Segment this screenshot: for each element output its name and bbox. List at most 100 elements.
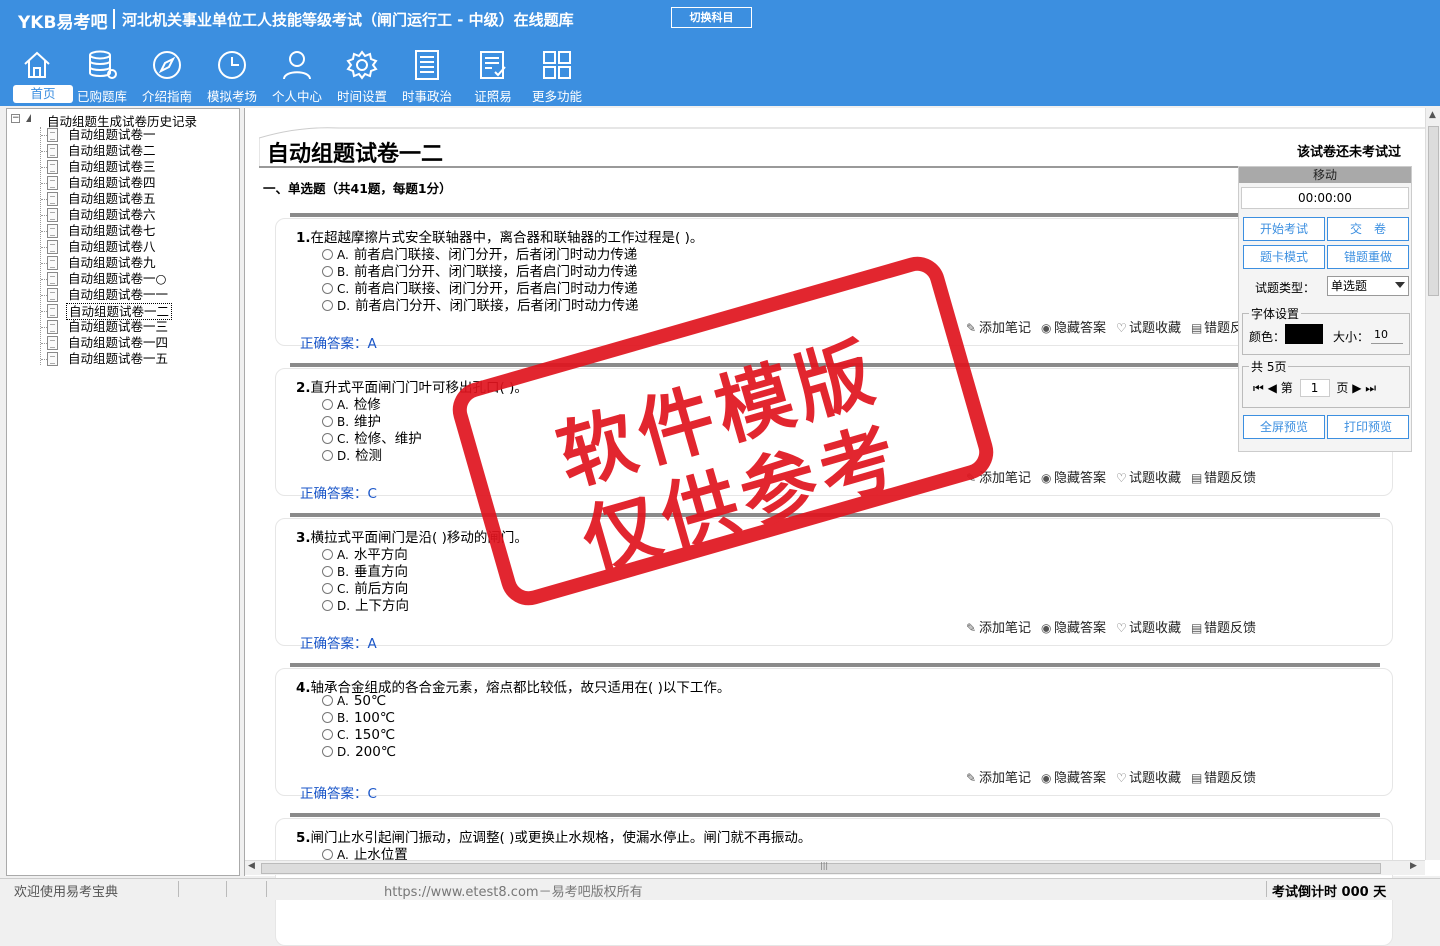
collapse-icon[interactable]: − (11, 114, 20, 123)
answer-option[interactable]: D. 前者启门分开、闭门联接，后者闭门时动力传递 (322, 294, 639, 314)
nav-time-settings[interactable]: 时间设置 (331, 48, 393, 106)
nav-guide[interactable]: 介绍指南 (136, 48, 198, 106)
favorite-button[interactable]: ♡ 试题收藏 (1116, 771, 1181, 786)
favorite-button[interactable]: ♡ 试题收藏 (1116, 471, 1181, 486)
option-radio[interactable] (322, 266, 333, 277)
add-note-button[interactable]: ✎ 添加笔记 (966, 771, 1031, 786)
question-number: 2. (296, 380, 311, 396)
nav-label: 个人中心 (271, 89, 322, 104)
nav-purchased[interactable]: 已购题库 (71, 48, 133, 106)
favorite-button[interactable]: ♡ 试题收藏 (1116, 321, 1181, 336)
scroll-left-icon[interactable]: ◀ (248, 861, 255, 871)
option-radio[interactable] (322, 433, 333, 444)
question-type-label: 试题类型： (1255, 281, 1316, 295)
card-mode-button[interactable]: 题卡模式 (1243, 245, 1325, 269)
favorite-button[interactable]: ♡ 试题收藏 (1116, 621, 1181, 636)
option-radio[interactable] (322, 600, 333, 611)
add-note-button[interactable]: ✎ 添加笔记 (966, 621, 1031, 636)
scroll-right-icon[interactable]: ▶ (1410, 861, 1417, 871)
horizontal-scrollbar[interactable]: ◀ ||| ▶ (245, 860, 1425, 875)
answer-option[interactable]: A. 50℃ (322, 693, 386, 709)
redo-wrong-button[interactable]: 错题重做 (1327, 245, 1409, 269)
page-number-input[interactable]: 1 (1299, 379, 1330, 397)
answer-option[interactable]: D. 200℃ (322, 744, 396, 760)
print-preview-button[interactable]: 打印预览 (1327, 415, 1409, 439)
tree-item-label: 自动组题试卷一五 (68, 351, 169, 366)
scroll-up-icon[interactable]: ▲ (1429, 110, 1436, 120)
last-page-icon[interactable]: ⏭ (1365, 381, 1376, 395)
hide-answer-button[interactable]: ◉ 隐藏答案 (1041, 771, 1106, 786)
option-radio[interactable] (322, 729, 333, 740)
option-radio[interactable] (322, 416, 333, 427)
title-divider (113, 9, 115, 29)
document-icon (47, 336, 58, 350)
eye-icon: ◉ (1041, 321, 1052, 335)
favorite-label: 试题收藏 (1129, 771, 1182, 786)
option-radio[interactable] (322, 300, 333, 311)
font-settings-group: 字体设置 颜色： 大小： 10 (1242, 305, 1410, 355)
feedback-button[interactable]: ▤ 错题反馈 (1191, 471, 1256, 486)
nav-current-affairs[interactable]: 时事政治 (396, 48, 458, 106)
heart-icon: ♡ (1116, 771, 1127, 785)
tree-guide-line (40, 127, 41, 365)
answer-option[interactable]: D. 检测 (322, 444, 382, 464)
start-exam-button[interactable]: 开始考试 (1243, 217, 1325, 241)
option-radio[interactable] (322, 549, 333, 560)
answer-option[interactable]: C. 150℃ (322, 727, 395, 743)
answer-option[interactable]: D. 上下方向 (322, 594, 409, 614)
answer-option[interactable]: B. 100℃ (322, 710, 395, 726)
option-radio[interactable] (322, 695, 333, 706)
eye-icon: ◉ (1041, 621, 1052, 635)
nav-home[interactable]: 首页 (6, 48, 73, 106)
option-radio[interactable] (322, 249, 333, 260)
document-icon (47, 128, 58, 142)
nav-mock-exam[interactable]: 模拟考场 (201, 48, 263, 106)
nav-more[interactable]: 更多功能 (526, 48, 588, 106)
hide-answer-button[interactable]: ◉ 隐藏答案 (1041, 471, 1106, 486)
document-icon (47, 256, 58, 270)
submit-paper-button[interactable]: 交 卷 (1327, 217, 1409, 241)
nav-label: 已购题库 (76, 89, 127, 104)
option-radio[interactable] (322, 566, 333, 577)
add-note-button[interactable]: ✎ 添加笔记 (966, 321, 1031, 336)
favorite-label: 试题收藏 (1129, 471, 1182, 486)
feedback-button[interactable]: ▤ 错题反馈 (1191, 621, 1256, 636)
option-radio[interactable] (322, 583, 333, 594)
hide-answer-button[interactable]: ◉ 隐藏答案 (1041, 621, 1106, 636)
font-size-input[interactable]: 10 (1371, 326, 1403, 344)
fullscreen-preview-button[interactable]: 全屏预览 (1243, 415, 1325, 439)
document-icon (47, 192, 58, 206)
move-handle[interactable]: 移动 (1239, 167, 1411, 183)
nav-label: 模拟考场 (206, 89, 257, 104)
vertical-scrollbar[interactable]: ▲ (1425, 108, 1440, 860)
option-radio[interactable] (322, 450, 333, 461)
scroll-thumb[interactable] (1428, 126, 1439, 296)
prev-page-icon[interactable]: ◀ (1268, 381, 1277, 395)
option-radio[interactable] (322, 283, 333, 294)
tree-item-label: 自动组题试卷一四 (68, 335, 169, 350)
question-type-select[interactable]: 单选题 (1327, 276, 1409, 296)
feedback-button[interactable]: ▤ 错题反馈 (1191, 771, 1256, 786)
switch-subject-button[interactable]: 切换科目 (671, 7, 752, 28)
first-page-icon[interactable]: ⏮ (1253, 381, 1264, 395)
question-card: 3.横拉式平面闸门是沿( )移动的闸门。 A. 水平方向 B. 垂直方向 C. 前后方向 D.… (275, 513, 1393, 652)
option-radio[interactable] (322, 746, 333, 757)
nav-profile[interactable]: 个人中心 (266, 48, 328, 106)
font-color-picker[interactable] (1285, 324, 1323, 344)
correct-answer: 正确答案：A (300, 336, 377, 352)
pager-controls: ⏮ ◀ 第 1 页 ▶ ⏭ (1253, 379, 1376, 397)
heart-icon: ♡ (1116, 471, 1127, 485)
option-radio[interactable] (322, 712, 333, 723)
correct-answer: 正确答案：C (300, 786, 377, 802)
correct-answer: 正确答案：C (300, 486, 377, 502)
hide-answer-button[interactable]: ◉ 隐藏答案 (1041, 321, 1106, 336)
option-radio[interactable] (322, 849, 333, 860)
nav-label: 介绍指南 (141, 89, 192, 104)
hide-answer-label: 隐藏答案 (1054, 471, 1107, 486)
next-page-icon[interactable]: ▶ (1352, 381, 1361, 395)
option-radio[interactable] (322, 399, 333, 410)
news-icon (415, 50, 439, 80)
document-icon (47, 320, 58, 334)
nav-certificate[interactable]: 证照易 (462, 48, 524, 106)
compass-icon (153, 51, 181, 79)
